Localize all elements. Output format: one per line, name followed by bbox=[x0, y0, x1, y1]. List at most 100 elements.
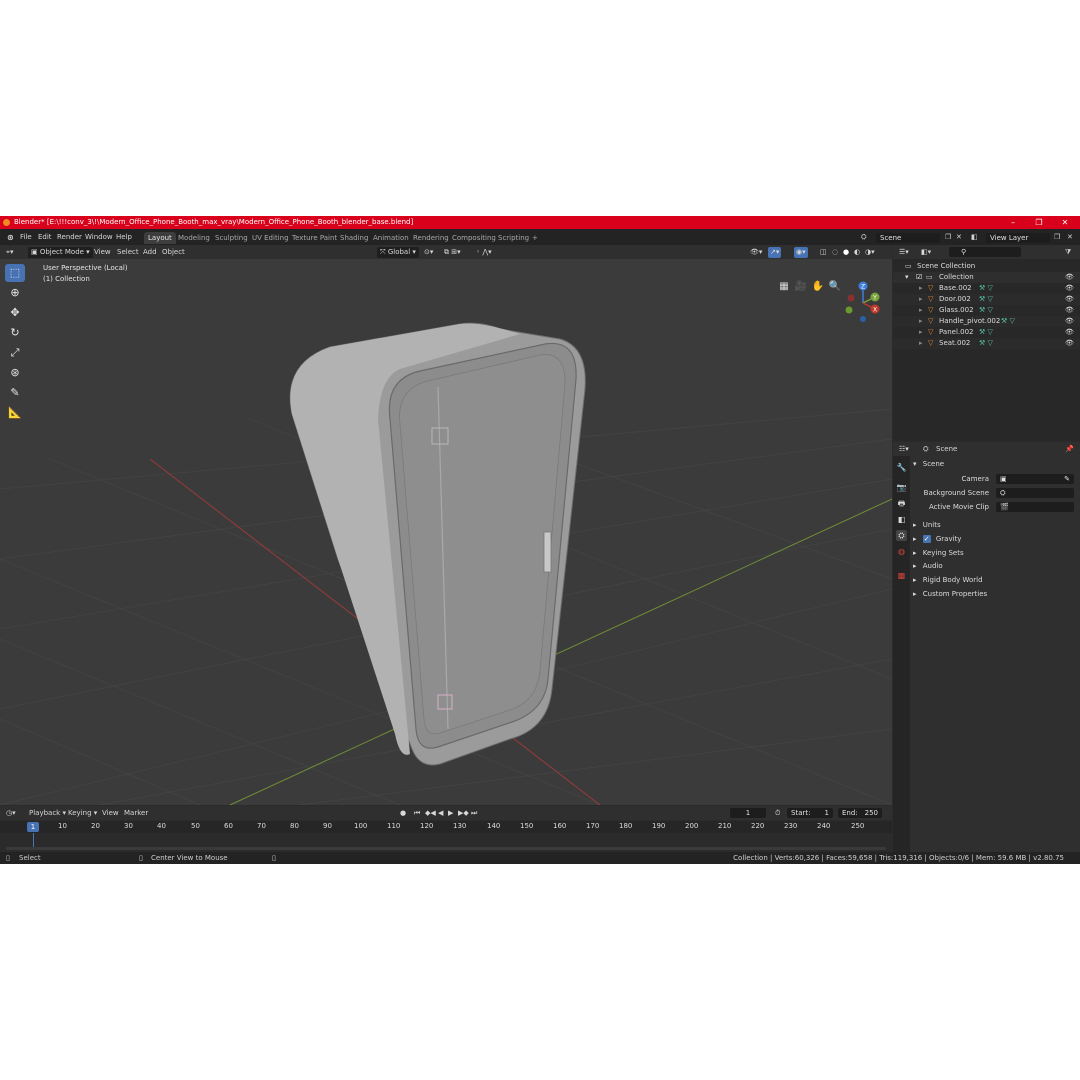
annotate-tool-icon[interactable]: ✎ bbox=[5, 384, 25, 402]
add-workspace-button[interactable]: + bbox=[528, 232, 542, 244]
outliner-item[interactable]: ▸ ▽ Door.002 ⚒ ▽ 👁 bbox=[893, 294, 1080, 305]
scene-selector[interactable]: Scene bbox=[876, 233, 940, 243]
tab-animation[interactable]: Animation bbox=[369, 232, 413, 244]
scene-panel-header[interactable]: ▾ Scene bbox=[913, 460, 944, 468]
prev-keyframe-icon[interactable]: ◆◀ bbox=[425, 808, 436, 819]
tab-modeling[interactable]: Modeling bbox=[174, 232, 214, 244]
tab-shading[interactable]: Shading bbox=[336, 232, 372, 244]
close-button[interactable]: ✕ bbox=[1054, 216, 1076, 229]
shading-wireframe-icon[interactable]: ◌ bbox=[832, 247, 838, 258]
view-layer-copy-icon[interactable]: ❐ bbox=[1051, 232, 1063, 243]
end-frame-field[interactable]: End: 250 bbox=[838, 808, 882, 818]
world-tab-icon[interactable]: ◍ bbox=[896, 546, 907, 557]
scale-tool-icon[interactable]: ⤢ bbox=[5, 344, 25, 362]
outliner-item[interactable]: ▸ ▽ Panel.002 ⚒ ▽ 👁 bbox=[893, 327, 1080, 338]
gizmo-toggle-icon[interactable]: ↗▾ bbox=[768, 247, 782, 258]
mode-dropdown[interactable]: ▣ Object Mode ▾ bbox=[28, 247, 93, 258]
overlay-toggle-icon[interactable]: ◉▾ bbox=[794, 247, 808, 258]
outliner-scene-collection[interactable]: ▭ Scene Collection bbox=[893, 261, 1080, 272]
expand-arrow-icon[interactable]: ▸ bbox=[919, 294, 923, 305]
transform-tool-icon[interactable]: ⊛ bbox=[5, 364, 25, 382]
outliner-item[interactable]: ▸ ▽ Seat.002 ⚒ ▽ 👁 bbox=[893, 338, 1080, 349]
active-movie-clip-field[interactable]: 🎬 bbox=[996, 502, 1074, 512]
playhead-frame-label[interactable]: 1 bbox=[27, 822, 39, 832]
jump-end-icon[interactable]: ⏭ bbox=[471, 808, 477, 819]
expand-arrow-icon[interactable]: ▸ bbox=[919, 327, 923, 338]
pivot-point-icon[interactable]: ⊙▾ bbox=[424, 247, 433, 258]
tab-compositing[interactable]: Compositing bbox=[448, 232, 500, 244]
gravity-checkbox[interactable]: ✓ bbox=[922, 535, 931, 543]
camera-field[interactable]: ▣ ✎ bbox=[996, 474, 1074, 484]
visibility-eye-icon[interactable]: 👁 bbox=[1065, 327, 1074, 338]
tool-tab-icon[interactable]: 🔧 bbox=[896, 462, 907, 473]
camera-view-icon[interactable]: 🎥 bbox=[794, 280, 808, 294]
shading-solid-icon[interactable]: ● bbox=[843, 247, 849, 258]
cursor-tool-icon[interactable]: ⊕ bbox=[5, 284, 25, 302]
move-tool-icon[interactable]: ✥ bbox=[5, 304, 25, 322]
camera-grid-icon[interactable]: ▦ bbox=[777, 280, 791, 294]
gravity-section[interactable]: ▸ ✓ Gravity bbox=[913, 535, 961, 543]
frame-ruler[interactable]: 1 10 20 30 40 50 60 70 80 90 100 110 120… bbox=[0, 821, 892, 833]
snap-icon[interactable]: ⧉ ⊞▾ bbox=[444, 247, 461, 258]
tab-layout[interactable]: Layout bbox=[144, 232, 176, 244]
menu-edit[interactable]: Edit bbox=[35, 232, 55, 243]
jump-start-icon[interactable]: ⏮ bbox=[414, 808, 420, 819]
menu-view[interactable]: View bbox=[94, 247, 111, 258]
collapse-arrow-icon[interactable]: ▾ bbox=[905, 272, 909, 283]
visibility-eye-icon[interactable]: 👁 bbox=[1065, 338, 1074, 349]
scene-tab-icon[interactable]: ⛭ bbox=[896, 530, 907, 541]
blender-menu-icon[interactable]: ⊛ bbox=[4, 232, 17, 243]
shading-material-icon[interactable]: ◐ bbox=[854, 247, 860, 258]
visibility-icon[interactable]: 👁▾ bbox=[750, 247, 762, 258]
menu-file[interactable]: File bbox=[17, 232, 35, 243]
tab-rendering[interactable]: Rendering bbox=[409, 232, 453, 244]
outliner-item[interactable]: ▸ ▽ Handle_pivot.002 ⚒ ▽ 👁 bbox=[893, 316, 1080, 327]
eyedropper-icon[interactable]: ✎ bbox=[1064, 474, 1070, 484]
pin-icon[interactable]: 📌 bbox=[1065, 444, 1074, 455]
output-tab-icon[interactable]: 🖶 bbox=[896, 498, 907, 509]
tab-sculpting[interactable]: Sculpting bbox=[211, 232, 252, 244]
menu-render[interactable]: Render bbox=[54, 232, 85, 243]
start-frame-field[interactable]: Start: 1 bbox=[787, 808, 833, 818]
visibility-eye-icon[interactable]: 👁 bbox=[1065, 272, 1074, 283]
pan-hand-icon[interactable]: ✋ bbox=[811, 280, 825, 294]
playback-menu[interactable]: Playback ▾ bbox=[29, 808, 66, 819]
outliner-editor-icon[interactable]: ☰▾ bbox=[899, 247, 909, 258]
tab-texture-paint[interactable]: Texture Paint bbox=[288, 232, 341, 244]
outliner-collection[interactable]: ▾ ☑ ▭ Collection 👁 bbox=[893, 272, 1080, 283]
expand-arrow-icon[interactable]: ▸ bbox=[919, 305, 923, 316]
expand-arrow-icon[interactable]: ▸ bbox=[919, 338, 923, 349]
marker-menu[interactable]: Marker bbox=[124, 808, 148, 819]
rigid-body-world-section[interactable]: ▸ Rigid Body World bbox=[913, 576, 983, 584]
maximize-button[interactable]: ❐ bbox=[1028, 216, 1050, 229]
rotate-tool-icon[interactable]: ↻ bbox=[5, 324, 25, 342]
audio-section[interactable]: ▸ Audio bbox=[913, 562, 943, 570]
visibility-eye-icon[interactable]: 👁 bbox=[1065, 305, 1074, 316]
outliner-filter-icon[interactable]: ⧩ bbox=[1065, 247, 1071, 258]
outliner-item[interactable]: ▸ ▽ Base.002 ⚒ ▽ 👁 bbox=[893, 283, 1080, 294]
collection-checkbox-icon[interactable]: ☑ bbox=[916, 272, 922, 283]
play-icon[interactable]: ▶ bbox=[448, 808, 453, 819]
outliner-search-input[interactable]: ⚲ bbox=[949, 247, 1021, 257]
menu-help[interactable]: Help bbox=[113, 232, 135, 243]
proportional-edit-icon[interactable]: ◦ ⋀▾ bbox=[476, 247, 492, 258]
view-layer-tab-icon[interactable]: ◧ bbox=[896, 514, 907, 525]
current-frame-field[interactable]: 1 bbox=[730, 808, 766, 818]
shading-rendered-icon[interactable]: ◑▾ bbox=[865, 247, 875, 258]
navigation-gizmo[interactable]: Z Y X bbox=[840, 277, 886, 323]
custom-properties-section[interactable]: ▸ Custom Properties bbox=[913, 590, 987, 598]
select-box-tool-icon[interactable]: ⬚ bbox=[5, 264, 25, 282]
timeline-view-menu[interactable]: View bbox=[102, 808, 119, 819]
record-icon[interactable]: ● bbox=[400, 808, 406, 819]
visibility-eye-icon[interactable]: 👁 bbox=[1065, 316, 1074, 327]
texture-tab-icon[interactable]: ▩ bbox=[896, 570, 907, 581]
outliner-display-mode-icon[interactable]: ◧▾ bbox=[921, 247, 931, 258]
units-section[interactable]: ▸ Units bbox=[913, 521, 941, 529]
expand-arrow-icon[interactable]: ▸ bbox=[919, 316, 923, 327]
render-tab-icon[interactable]: 📷 bbox=[896, 482, 907, 493]
expand-arrow-icon[interactable]: ▸ bbox=[919, 283, 923, 294]
keying-menu[interactable]: Keying ▾ bbox=[68, 808, 97, 819]
visibility-eye-icon[interactable]: 👁 bbox=[1065, 294, 1074, 305]
next-keyframe-icon[interactable]: ▶◆ bbox=[458, 808, 469, 819]
timeline-editor-icon[interactable]: ◷▾ bbox=[6, 808, 16, 819]
